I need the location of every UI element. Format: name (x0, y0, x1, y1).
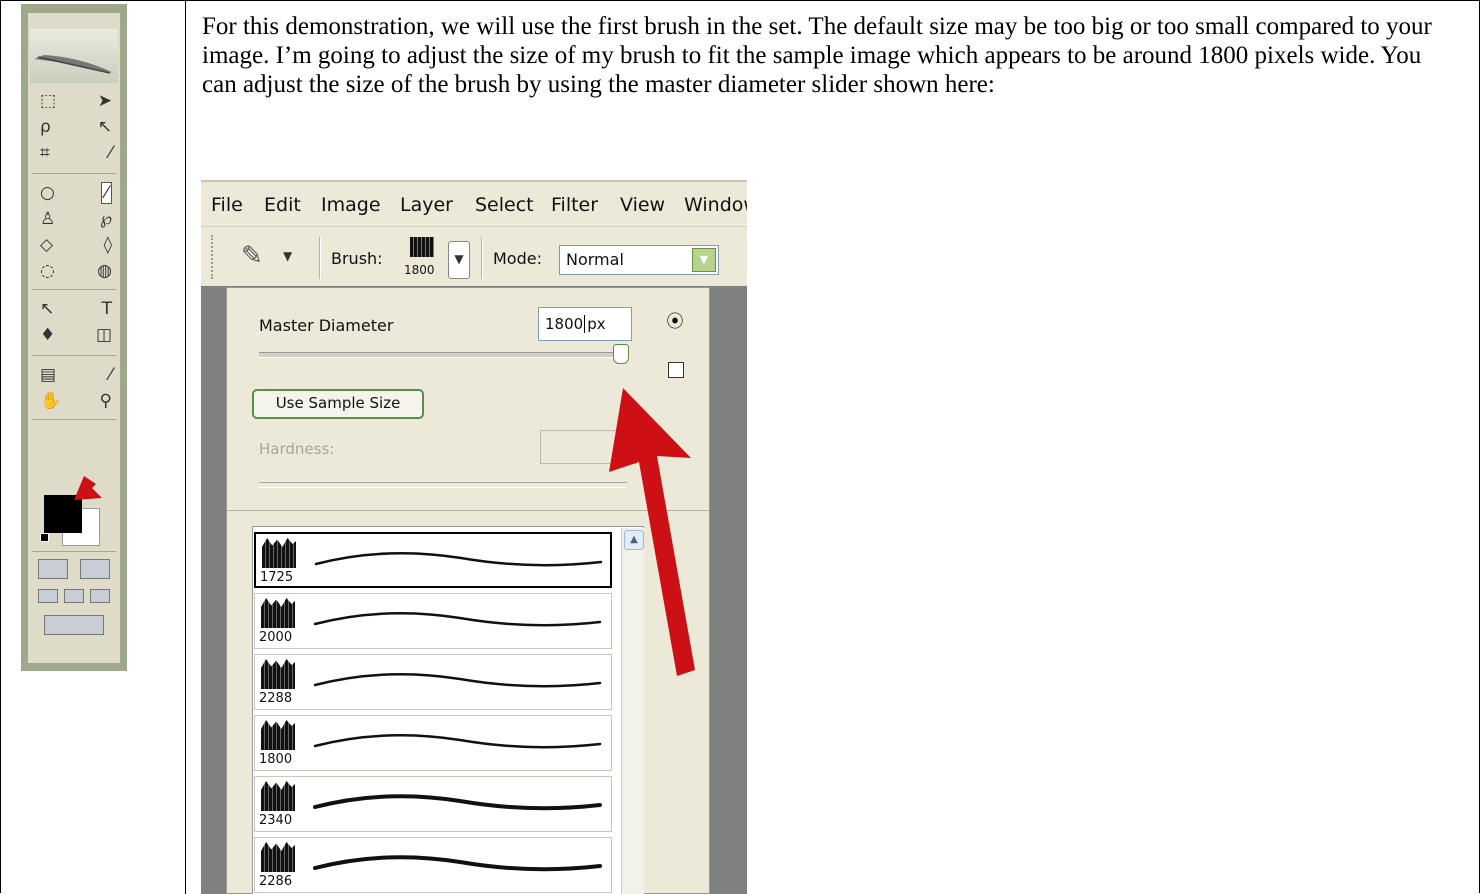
quickmask-row (38, 559, 110, 579)
red-arrow-annotation-icon (609, 388, 695, 676)
standard-mode-button[interactable] (38, 559, 68, 579)
jump-to-imageready-button[interactable] (44, 615, 104, 635)
screen-mode-full-button[interactable] (90, 589, 110, 603)
quick-mask-button[interactable] (80, 559, 110, 579)
red-arrow-toolbox-icon (74, 452, 128, 500)
imageready-row (38, 615, 110, 635)
screen-mode-row (38, 589, 110, 603)
instruction-paragraph: For this demonstration, we will use the … (202, 13, 1432, 98)
photoshop-screenshot: File Edit Image Layer Select Filter View… (201, 180, 747, 894)
screen-mode-standard-button[interactable] (38, 589, 58, 603)
screen-mode-full-menu-button[interactable] (64, 589, 84, 603)
